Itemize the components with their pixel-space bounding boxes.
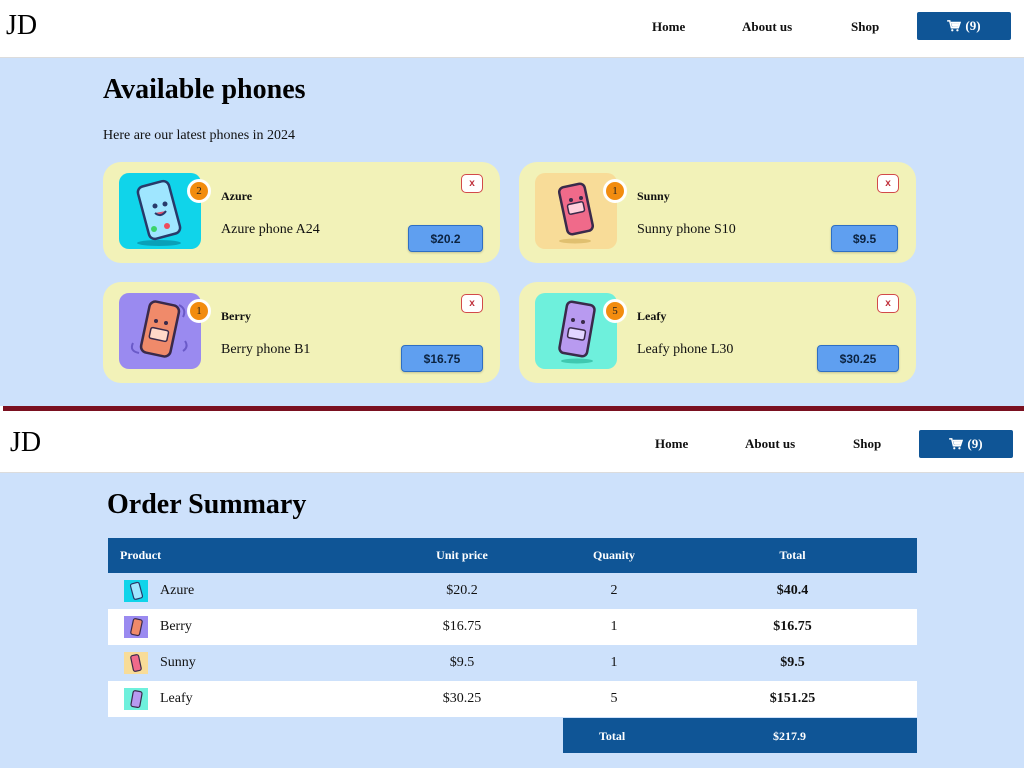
header-total: Total [668, 538, 917, 573]
product-name: Sunny [637, 189, 670, 203]
cart-icon [947, 20, 962, 32]
product-name: Berry [221, 309, 251, 323]
product-name: Berry [160, 619, 192, 634]
nav-home-link[interactable]: Home [655, 436, 688, 452]
table-row: Berry $16.75 1 $16.75 [108, 609, 917, 645]
header-product: Product [108, 538, 364, 573]
header-quantity: Quanity [560, 538, 668, 573]
product-thumbnail [124, 580, 148, 602]
price-button[interactable]: $16.75 [401, 345, 483, 372]
order-total-bar: Total $217.9 [563, 718, 917, 753]
remove-button[interactable]: x [877, 294, 899, 313]
product-name: Leafy [637, 309, 667, 323]
cart-button[interactable]: (9) [919, 430, 1013, 458]
page-title: Available phones [103, 74, 306, 105]
quantity: 1 [560, 609, 668, 645]
top-navbar: JD Home About us Shop (9) [0, 0, 1024, 58]
product-thumbnail [124, 652, 148, 674]
header-unit-price: Unit price [364, 538, 560, 573]
bottom-navbar: JD Home About us Shop (9) [0, 413, 1024, 473]
cart-count: (9) [965, 18, 981, 33]
unit-price: $30.25 [364, 681, 560, 717]
quantity-badge: 1 [187, 299, 211, 323]
quantity-badge: 1 [603, 179, 627, 203]
logo[interactable]: JD [6, 10, 37, 42]
cart-count: (9) [967, 436, 983, 451]
remove-button[interactable]: x [461, 174, 483, 193]
product-card: 5 Leafy Leafy phone L30 x $30.25 [519, 282, 916, 383]
cart-button[interactable]: (9) [917, 12, 1011, 40]
quantity-badge: 2 [187, 179, 211, 203]
unit-price: $16.75 [364, 609, 560, 645]
row-total: $16.75 [668, 609, 917, 645]
row-total: $9.5 [668, 645, 917, 681]
table-header-row: Product Unit price Quanity Total [108, 538, 917, 573]
product-thumbnail [124, 616, 148, 638]
row-total: $151.25 [668, 681, 917, 717]
price-button[interactable]: $9.5 [831, 225, 898, 252]
quantity: 1 [560, 645, 668, 681]
row-total: $40.4 [668, 573, 917, 609]
order-table: Product Unit price Quanity Total Azure $… [108, 538, 917, 717]
product-description: Sunny phone S10 [637, 222, 736, 237]
price-button[interactable]: $20.2 [408, 225, 483, 252]
nav-home-link[interactable]: Home [652, 19, 685, 35]
remove-button[interactable]: x [461, 294, 483, 313]
product-card: 1 Berry Berry phone B1 x $16.75 [103, 282, 500, 383]
product-name: Azure [160, 583, 195, 598]
order-total-value: $217.9 [773, 729, 806, 743]
unit-price: $9.5 [364, 645, 560, 681]
page-subtitle: Here are our latest phones in 2024 [103, 128, 296, 143]
cart-icon [949, 438, 964, 450]
product-name: Sunny [160, 655, 196, 670]
table-row: Leafy $30.25 5 $151.25 [108, 681, 917, 717]
quantity-badge: 5 [603, 299, 627, 323]
remove-button[interactable]: x [877, 174, 899, 193]
table-row: Azure $20.2 2 $40.4 [108, 573, 917, 609]
product-name: Leafy [160, 691, 193, 706]
product-card: 1 Sunny Sunny phone S10 x $9.5 [519, 162, 916, 263]
unit-price: $20.2 [364, 573, 560, 609]
nav-shop-link[interactable]: Shop [853, 436, 881, 452]
order-total-label: Total [599, 729, 626, 743]
nav-about-link[interactable]: About us [742, 19, 792, 35]
screen-divider [3, 406, 1024, 411]
logo[interactable]: JD [10, 427, 41, 459]
product-description: Leafy phone L30 [637, 342, 734, 357]
order-title: Order Summary [107, 489, 307, 520]
nav-shop-link[interactable]: Shop [851, 19, 879, 35]
table-row: Sunny $9.5 1 $9.5 [108, 645, 917, 681]
quantity: 5 [560, 681, 668, 717]
product-description: Berry phone B1 [221, 342, 311, 357]
nav-about-link[interactable]: About us [745, 436, 795, 452]
product-name: Azure [221, 189, 253, 203]
product-card: 2 Azure Azure phone A24 x $20.2 [103, 162, 500, 263]
product-description: Azure phone A24 [221, 222, 320, 237]
product-thumbnail [124, 688, 148, 710]
price-button[interactable]: $30.25 [817, 345, 899, 372]
quantity: 2 [560, 573, 668, 609]
